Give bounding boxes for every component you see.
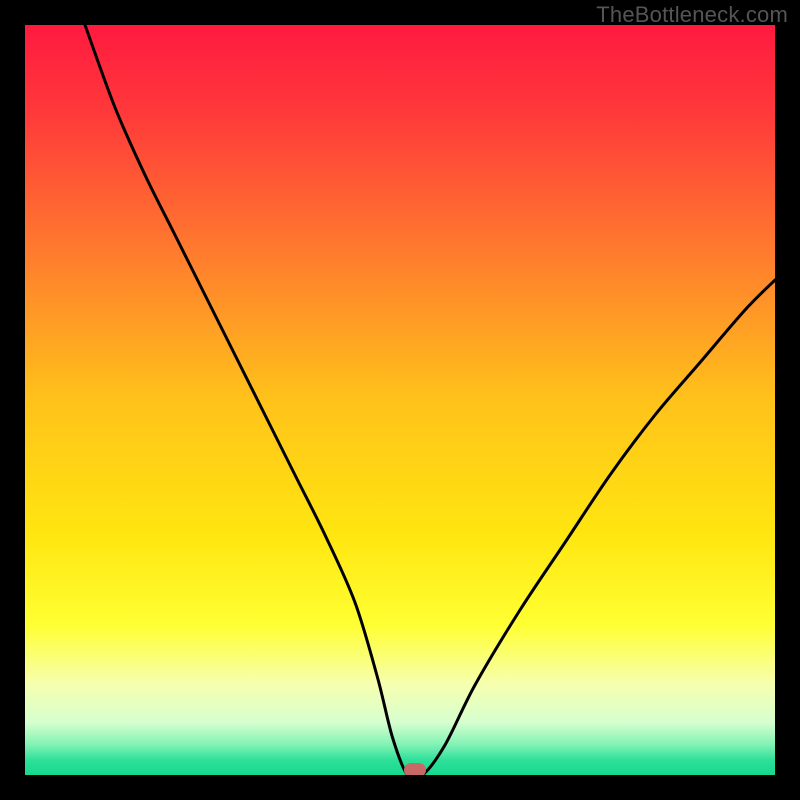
marker-layer <box>25 25 775 775</box>
optimum-marker <box>404 763 426 775</box>
watermark-text: TheBottleneck.com <box>596 2 788 28</box>
plot-area <box>25 25 775 775</box>
chart-frame: TheBottleneck.com <box>0 0 800 800</box>
